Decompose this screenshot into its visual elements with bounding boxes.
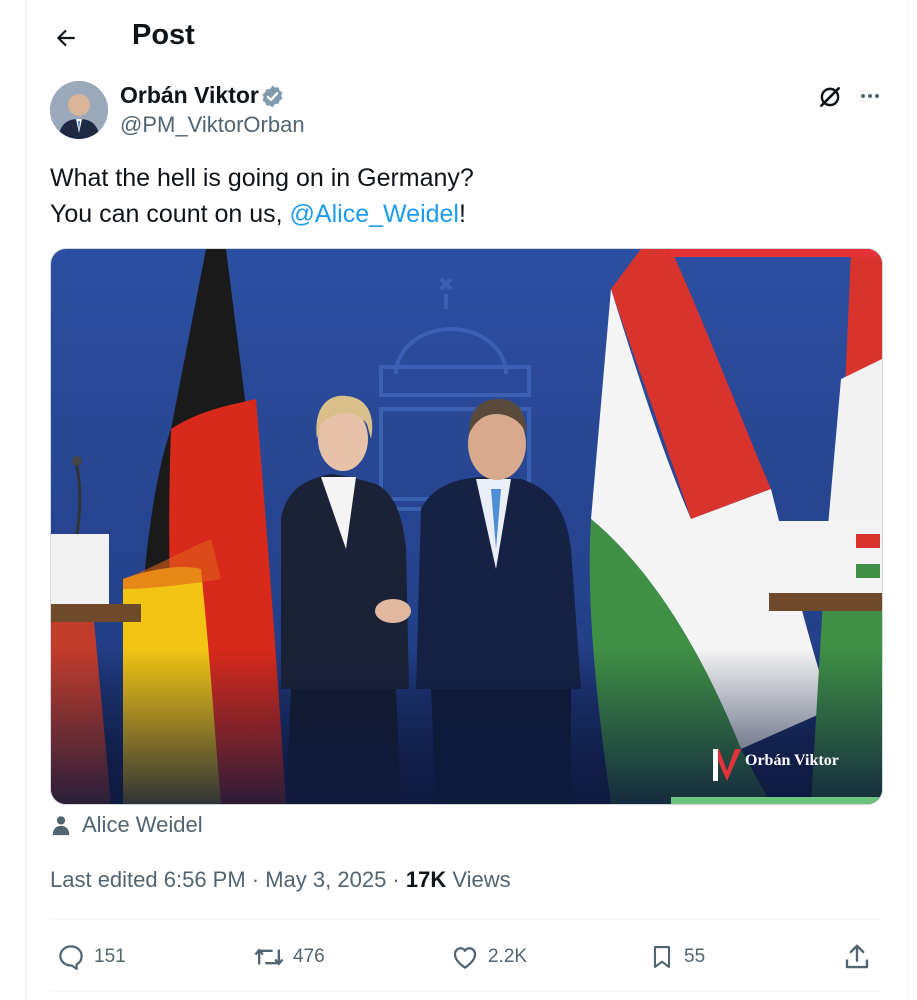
tweet-line-2-suffix: ! [458, 200, 466, 228]
like-button[interactable]: 2.2K [450, 935, 527, 979]
grok-icon [820, 87, 840, 107]
repost-icon [254, 948, 284, 966]
post-image[interactable]: Orbán Viktor [50, 248, 883, 805]
more-options-button[interactable] [856, 82, 884, 110]
bookmark-button[interactable]: 55 [648, 935, 705, 979]
author-name[interactable]: Orbán Viktor [120, 82, 259, 109]
post-meta: Last edited 6:56 PM · May 3, 2025 · 17K … [50, 867, 511, 893]
author-handle[interactable]: @PM_ViktorOrban [120, 112, 305, 138]
back-button[interactable] [50, 22, 82, 54]
tweet-line-2: You can count on us, @Alice_Weidel! [50, 196, 474, 232]
heart-icon [453, 947, 477, 969]
repost-count: 476 [293, 946, 325, 967]
bookmark-icon [653, 946, 671, 968]
reply-icon [59, 945, 83, 970]
arrow-left-icon [56, 29, 75, 47]
reply-count: 151 [94, 946, 126, 967]
person-icon [52, 816, 70, 836]
page-title: Post [132, 19, 195, 51]
share-button[interactable] [842, 935, 872, 979]
action-bar: 151 476 2.2K 55 [50, 935, 881, 979]
views-label: Views [446, 867, 511, 892]
reply-button[interactable]: 151 [56, 935, 126, 979]
divider [50, 919, 881, 920]
like-count: 2.2K [488, 946, 528, 967]
bookmark-count: 55 [684, 946, 706, 967]
more-horizontal-icon [861, 94, 879, 98]
tagged-user-name: Alice Weidel [82, 812, 203, 837]
avatar[interactable] [50, 81, 108, 139]
edited-timestamp[interactable]: Last edited 6:56 PM · May 3, 2025 · [50, 867, 406, 892]
view-count: 17K [405, 867, 447, 892]
press-conference-photo [51, 249, 882, 804]
mention-link[interactable]: @Alice_Weidel [290, 200, 459, 228]
image-watermark: Orbán Viktor [745, 752, 839, 769]
tagged-user[interactable]: Alice Weidel [50, 812, 203, 838]
repost-button[interactable]: 476 [253, 935, 325, 979]
divider [50, 991, 881, 992]
grok-button[interactable] [815, 82, 845, 112]
share-icon [845, 944, 869, 969]
tweet-line-1: What the hell is going on in Germany? [50, 164, 474, 192]
tweet-text: What the hell is going on in Germany? Yo… [50, 160, 474, 232]
tweet-line-2-prefix: You can count on us, [50, 200, 290, 228]
verified-badge-icon [262, 85, 283, 108]
